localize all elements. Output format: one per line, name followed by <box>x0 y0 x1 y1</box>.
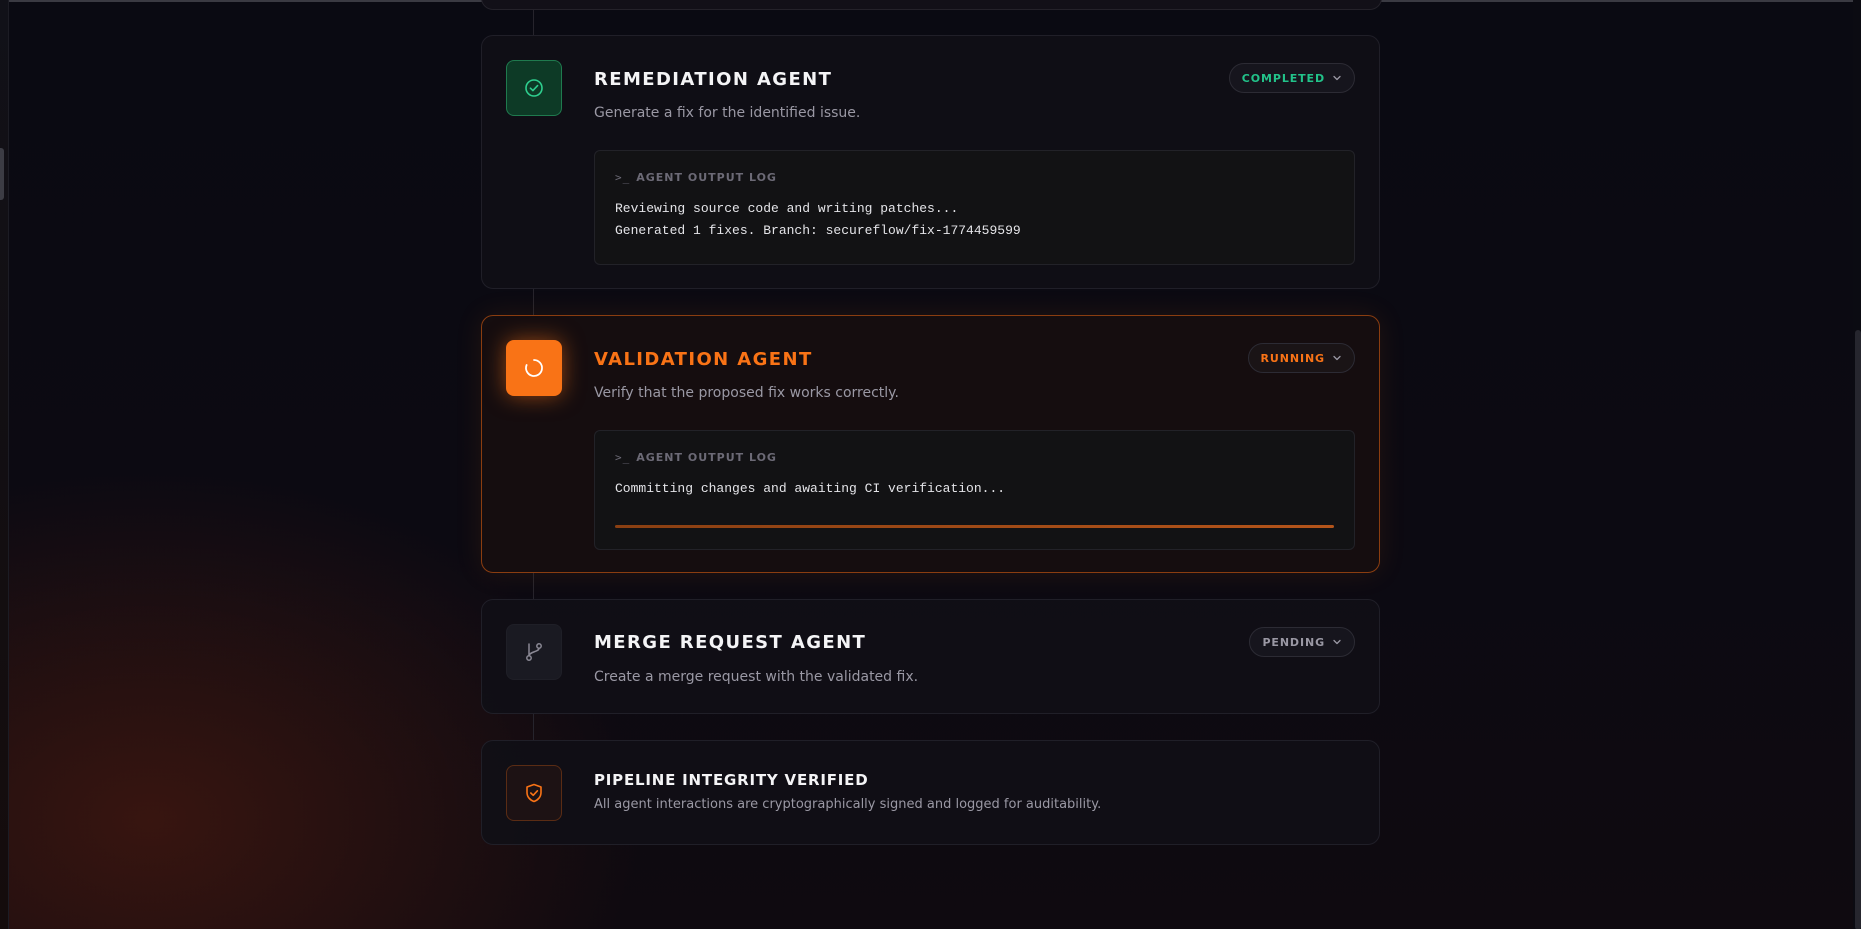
status-label: PENDING <box>1262 635 1325 649</box>
timeline-connector <box>533 713 534 741</box>
scrollbar-thumb[interactable] <box>1855 330 1861 929</box>
progress-bar <box>615 525 1334 528</box>
pipeline-integrity-title: PIPELINE INTEGRITY VERIFIED <box>594 771 869 789</box>
agent-title: VALIDATION AGENT <box>594 349 813 370</box>
timeline-connector <box>533 572 534 600</box>
previous-agent-card <box>481 0 1382 10</box>
log-line: Generated 1 fixes. Branch: secureflow/fi… <box>615 223 1021 238</box>
log-header: >_ AGENT OUTPUT LOG <box>615 171 777 184</box>
agent-output-log: >_ AGENT OUTPUT LOG Committing changes an… <box>594 430 1355 550</box>
chevron-down-icon <box>1332 73 1342 83</box>
agent-card-merge-request[interactable]: MERGE REQUEST AGENT Create a merge reque… <box>481 599 1380 714</box>
pipeline-integrity-description: All agent interactions are cryptographic… <box>594 797 1102 812</box>
status-label: RUNNING <box>1260 351 1325 365</box>
spinner-icon <box>506 340 562 396</box>
scrollbar[interactable] <box>1853 0 1861 929</box>
shield-check-icon <box>506 765 562 821</box>
log-header: >_ AGENT OUTPUT LOG <box>615 451 777 464</box>
log-header-label: AGENT OUTPUT LOG <box>636 171 777 184</box>
git-branch-icon <box>506 624 562 680</box>
agent-title: REMEDIATION AGENT <box>594 69 833 90</box>
terminal-icon: >_ <box>615 171 631 184</box>
agent-card-remediation[interactable]: REMEDIATION AGENT Generate a fix for the… <box>481 35 1380 289</box>
chevron-down-icon <box>1332 353 1342 363</box>
status-dropdown-pending[interactable]: PENDING <box>1249 627 1355 657</box>
agent-card-validation[interactable]: VALIDATION AGENT Verify that the propose… <box>481 315 1380 573</box>
sidebar-resize-handle[interactable] <box>0 148 4 200</box>
terminal-icon: >_ <box>615 451 631 464</box>
log-line: Committing changes and awaiting CI verif… <box>615 481 1006 496</box>
left-panel-edge <box>0 0 9 929</box>
progress-fill <box>615 525 1334 528</box>
status-dropdown-completed[interactable]: COMPLETED <box>1228 63 1355 93</box>
status-dropdown-running[interactable]: RUNNING <box>1247 343 1355 373</box>
agent-title: MERGE REQUEST AGENT <box>594 632 867 653</box>
agent-description: Create a merge request with the validate… <box>594 669 919 685</box>
log-header-label: AGENT OUTPUT LOG <box>636 451 777 464</box>
timeline-connector <box>533 288 534 316</box>
pipeline-integrity-card: PIPELINE INTEGRITY VERIFIED All agent in… <box>481 740 1380 845</box>
agent-description: Verify that the proposed fix works corre… <box>594 385 899 401</box>
check-circle-icon <box>506 60 562 116</box>
agent-description: Generate a fix for the identified issue. <box>594 105 861 121</box>
chevron-down-icon <box>1332 637 1342 647</box>
agent-output-log: >_ AGENT OUTPUT LOG Reviewing source code… <box>594 150 1355 265</box>
log-line: Reviewing source code and writing patche… <box>615 201 959 216</box>
status-label: COMPLETED <box>1241 71 1325 85</box>
